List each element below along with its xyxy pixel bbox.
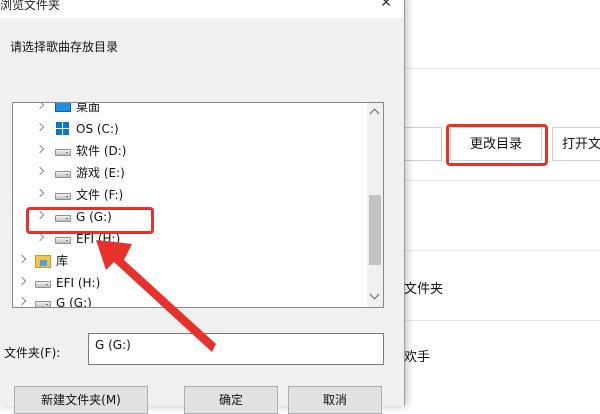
arrow-shape [96,240,216,352]
annotation-arrow-icon [96,240,216,352]
